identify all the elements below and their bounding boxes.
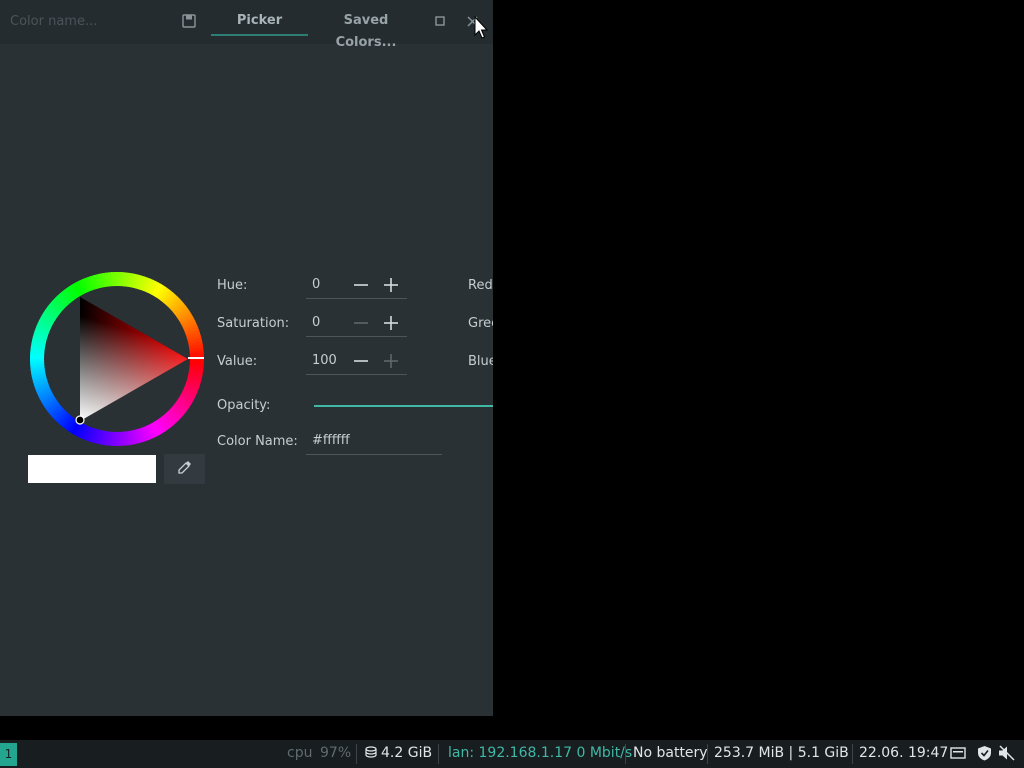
lan-status: lan: 192.168.1.17 0 Mbit/s	[448, 745, 633, 761]
datetime: 22.06. 19:47	[859, 745, 949, 761]
disk-icon	[365, 745, 377, 763]
opacity-slider[interactable]	[314, 405, 493, 407]
saturation-plus-icon[interactable]	[382, 314, 400, 332]
volume-muted-icon[interactable]	[998, 745, 1016, 765]
battery-status: No battery	[633, 745, 708, 761]
red-label: Red	[468, 278, 493, 293]
hue-minus-icon[interactable]	[352, 276, 370, 294]
disk-usage: 4.2 GiB	[381, 745, 433, 761]
sv-marker	[75, 415, 85, 425]
divider	[852, 744, 853, 764]
save-icon[interactable]	[180, 12, 198, 30]
color-name-field[interactable]: #ffffff	[306, 430, 442, 455]
saturation-value[interactable]: 0	[312, 315, 320, 330]
cpu-value: 97%	[320, 745, 352, 761]
value-spinbox[interactable]: 100	[306, 350, 407, 375]
hue-plus-icon[interactable]	[382, 276, 400, 294]
taskbar: 1 cpu 97% 4.2 GiB lan: 192.168.1.17 0 Mb…	[0, 740, 1024, 768]
value-minus-icon[interactable]	[352, 352, 370, 370]
mouse-cursor-icon	[474, 16, 488, 39]
value-plus-icon[interactable]	[382, 352, 400, 370]
saturation-spinbox[interactable]: 0	[306, 312, 407, 337]
shield-tray-icon[interactable]	[977, 745, 992, 765]
blue-label: Blue	[468, 354, 493, 369]
hue-spinbox[interactable]: 0	[306, 274, 407, 299]
divider	[707, 744, 708, 764]
value-value[interactable]: 100	[312, 353, 337, 368]
value-label: Value:	[217, 354, 258, 369]
opacity-label: Opacity:	[217, 398, 271, 413]
workspace-indicator[interactable]: 1	[0, 743, 17, 766]
color-picker-window: Picker Saved Colors...	[0, 0, 493, 716]
tab-picker[interactable]: Picker	[211, 10, 308, 36]
memory-usage: 253.7 MiB | 5.1 GiB	[714, 745, 849, 761]
divider	[438, 744, 439, 764]
hue-value[interactable]: 0	[312, 277, 320, 292]
color-name-search-input[interactable]	[10, 12, 170, 30]
cpu-label: cpu	[287, 745, 313, 761]
keyboard-tray-icon[interactable]	[950, 746, 966, 764]
hue-label: Hue:	[217, 278, 248, 293]
color-name-value[interactable]: #ffffff	[312, 433, 350, 448]
hue-wheel[interactable]	[28, 270, 206, 448]
tab-saved-colors[interactable]: Saved Colors...	[315, 10, 417, 50]
divider	[356, 744, 357, 764]
eyedropper-icon	[177, 459, 193, 479]
divider	[625, 744, 626, 764]
maximize-icon[interactable]	[432, 12, 448, 30]
current-color-swatch	[28, 455, 156, 483]
green-label: Green	[468, 316, 493, 331]
color-name-label: Color Name:	[217, 434, 298, 449]
saturation-minus-icon[interactable]	[352, 314, 370, 332]
eyedropper-button[interactable]	[164, 454, 205, 484]
window-header: Picker Saved Colors...	[0, 0, 493, 50]
saturation-label: Saturation:	[217, 316, 290, 331]
